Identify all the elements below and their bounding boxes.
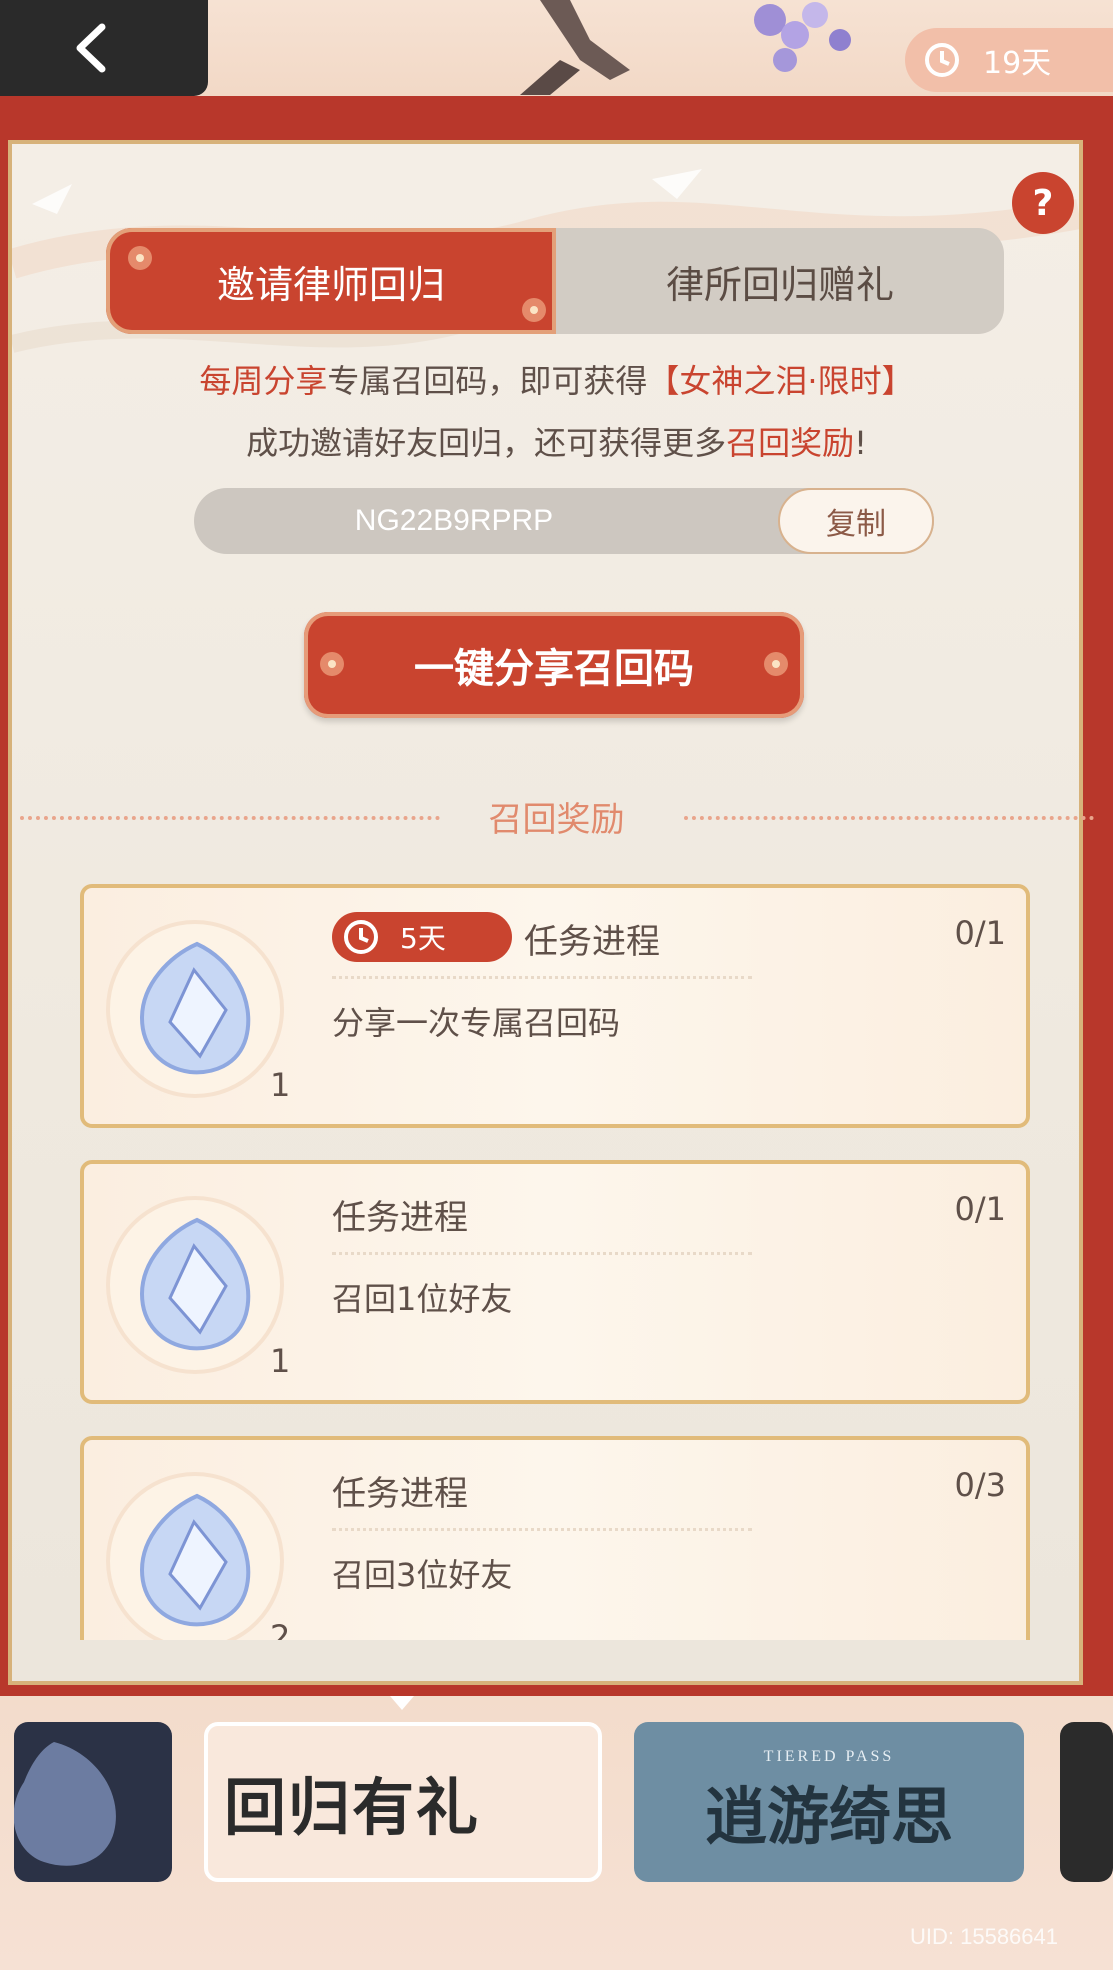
dotted-separator (332, 1252, 752, 1255)
recall-code-value: NG22B9RPRP (354, 504, 554, 537)
task-description: 召回3位好友 (332, 1556, 513, 1594)
user-id: UID: 15586641 (910, 1924, 1058, 1949)
flower-icon (522, 298, 546, 322)
banner-subtitle: TIERED PASS (763, 1748, 895, 1765)
help-icon: ? (1032, 182, 1054, 224)
task-description: 分享一次专属召回码 (332, 1004, 621, 1042)
timer-text: 19天 (983, 46, 1052, 81)
intro-line-1: 每周分享专属召回码，即可获得【女神之泪·限时】 (0, 356, 1113, 402)
tear-gem-icon[interactable] (134, 1492, 260, 1630)
intro-highlight: 召回奖励 (726, 424, 855, 462)
badge-text: 5天 (400, 922, 446, 955)
task-title: 任务进程 (332, 1474, 468, 1514)
dotted-separator (332, 976, 752, 979)
event-timer: 19天 (905, 28, 1113, 92)
banner-title: 回归有礼 (224, 1771, 481, 1844)
task-progress: 0/3 (954, 1466, 1007, 1504)
dotted-separator (332, 1528, 752, 1531)
task-card: 1 任务进程 0/1 召回1位好友 (80, 1160, 1030, 1404)
flower-icon (128, 246, 152, 270)
flower-icon (764, 652, 788, 676)
clock-icon (344, 920, 378, 954)
section-title: 召回奖励 (488, 800, 625, 840)
intro-text: ! (854, 424, 867, 462)
task-description: 召回1位好友 (332, 1280, 513, 1318)
task-title: 任务进程 (332, 1198, 468, 1238)
reward-quantity: 1 (270, 1342, 291, 1380)
banner-tiered-pass[interactable]: TIERED PASS 逍游绮思 (634, 1722, 1024, 1882)
flower-icon (320, 652, 344, 676)
section-divider: 召回奖励 (0, 792, 1113, 842)
back-button[interactable] (0, 0, 208, 96)
clock-icon (925, 43, 959, 77)
banner-return-gifts[interactable]: 回归有礼 (204, 1722, 602, 1882)
banner-title: 逍游绮思 (704, 1780, 953, 1853)
tab-label: 律所回归赠礼 (665, 262, 894, 307)
task-card: 2 任务进程 0/3 召回3位好友 (80, 1436, 1030, 1640)
selected-indicator (390, 1696, 414, 1710)
tree-branch-decoration (520, 0, 630, 95)
task-progress: 0/1 (954, 914, 1007, 952)
help-button[interactable]: ? (1012, 172, 1074, 234)
intro-text: 专属召回码，即可获得 (327, 362, 648, 400)
intro-highlight: 【女神之泪·限时】 (647, 362, 914, 400)
tear-gem-icon[interactable] (134, 1216, 260, 1354)
time-limit-badge: 5天 (332, 912, 512, 962)
task-progress: 0/1 (954, 1190, 1007, 1228)
banner-next[interactable] (1060, 1722, 1113, 1882)
task-list[interactable]: 1 5天 任务进程 0/1 分享一次专属召回码 1 任务进程 0/1 召回1位好… (70, 880, 1050, 1640)
copy-label: 复制 (826, 507, 886, 542)
tab-return-gifts[interactable]: 律所回归赠礼 (556, 228, 1004, 334)
chevron-left-icon (76, 23, 106, 73)
banner-prev[interactable] (14, 1722, 172, 1882)
tab-label: 邀请律师回归 (216, 262, 445, 307)
tear-gem-icon (14, 1742, 116, 1866)
share-label: 一键分享召回码 (414, 646, 694, 692)
tear-gem-icon[interactable] (134, 940, 260, 1078)
reward-quantity: 2 (270, 1618, 291, 1640)
copy-button[interactable]: 复制 (778, 488, 934, 554)
task-title: 任务进程 (524, 922, 660, 962)
tab-invite-lawyers[interactable]: 邀请律师回归 (106, 228, 556, 334)
reward-quantity: 1 (270, 1066, 291, 1104)
task-card: 1 5天 任务进程 0/1 分享一次专属召回码 (80, 884, 1030, 1128)
intro-line-2: 成功邀请好友回归，还可获得更多召回奖励! (0, 418, 1113, 464)
intro-text: 成功邀请好友回归，还可获得更多 (246, 424, 727, 462)
intro-highlight: 每周分享 (199, 362, 328, 400)
share-recall-code-button[interactable]: 一键分享召回码 (304, 612, 804, 718)
